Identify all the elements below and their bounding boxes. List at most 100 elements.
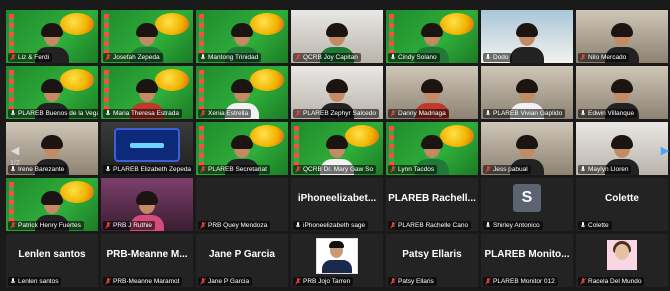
- participant-name-label: Edwin Villanque: [578, 109, 638, 118]
- mic-icon: [390, 54, 396, 61]
- participant-tile[interactable]: Jess pabual: [481, 122, 573, 175]
- participant-name-label: Jess pabual: [483, 165, 531, 174]
- participant-tile[interactable]: PLAREB Secretariat: [196, 122, 288, 175]
- participant-tile[interactable]: PRB Jojo Tarren: [291, 234, 383, 287]
- participant-name: Xenia Estrella: [208, 110, 249, 117]
- participant-name-label: Nilo Mercado: [578, 53, 630, 62]
- profile-photo-icon: [316, 238, 358, 274]
- mic-icon: [580, 166, 586, 173]
- participant-tile[interactable]: Patsy Ellaris Patsy Ellaris: [386, 234, 478, 287]
- mic-icon: [295, 222, 301, 229]
- participant-tile[interactable]: S Shirley Antonico: [481, 178, 573, 231]
- participant-name: Cindy Solano: [398, 54, 437, 61]
- participant-tile[interactable]: PLAREB Rachell... PLAREB Rachelle Cano: [386, 178, 478, 231]
- participant-tile[interactable]: Racela Del Mundo: [576, 234, 668, 287]
- mic-icon: [105, 166, 111, 173]
- participant-name-label: PLAREB Secretariat: [198, 165, 270, 174]
- mic-muted-icon: [200, 278, 206, 285]
- mic-muted-icon: [580, 278, 586, 285]
- participant-name: Jane P Garcia: [208, 278, 250, 285]
- participant-tile[interactable]: PLAREB Buenos de la Vega: [6, 66, 98, 119]
- mic-icon: [580, 222, 586, 229]
- participant-display-name: Patsy Ellaris: [402, 249, 462, 260]
- participant-tile[interactable]: Jane P Garcia Jane P Garcia: [196, 234, 288, 287]
- participant-name: Mantong Trinidad: [208, 54, 259, 61]
- mic-muted-icon: [200, 110, 206, 117]
- participant-name-label: PRB Jojo Tarren: [293, 277, 354, 286]
- mic-muted-icon: [105, 54, 111, 61]
- participant-tile[interactable]: PLAREB Elizabeth Zepeda: [101, 122, 193, 175]
- participant-tile[interactable]: Mantong Trinidad: [196, 10, 288, 63]
- participant-name-label: PLAREB Monitor 012: [483, 277, 558, 286]
- participant-name: PRB-Meanne Maramot: [113, 278, 180, 285]
- participant-name-label: Dodo: [483, 53, 512, 62]
- participant-name-label: Mantong Trinidad: [198, 53, 262, 62]
- mic-icon: [10, 166, 16, 173]
- participant-name-label: Colette: [578, 221, 612, 230]
- participant-name-label: PLAREB Buenos de la Vega: [8, 109, 98, 118]
- mic-muted-icon: [295, 166, 301, 173]
- participant-tile[interactable]: PRB Quey Mendoza: [196, 178, 288, 231]
- participant-name-label: QCRB Dr. Mary Gaw So: [293, 165, 377, 174]
- participant-name: Dodo: [493, 54, 509, 61]
- mic-icon: [10, 110, 16, 117]
- participant-display-name: PLAREB Rachell...: [388, 193, 476, 204]
- participant-tile[interactable]: Lynn Tacdos: [386, 122, 478, 175]
- participant-tile[interactable]: Lenlen santos Lenlen santos: [6, 234, 98, 287]
- participant-tile[interactable]: Maylyn Lloren: [576, 122, 668, 175]
- participant-display-name: Jane P Garcia: [209, 249, 275, 260]
- participant-tile[interactable]: Liz & Ferdi: [6, 10, 98, 63]
- participant-name-label: Patsy Ellaris: [388, 277, 437, 286]
- participant-tile[interactable]: PRB-Meanne M... PRB-Meanne Maramot: [101, 234, 193, 287]
- participant-display-name: iPhoneelizabet...: [297, 193, 377, 204]
- participant-tile[interactable]: Colette Colette: [576, 178, 668, 231]
- participant-name: PRB Jojo Tarren: [303, 278, 351, 285]
- participant-tile[interactable]: Cindy Solano: [386, 10, 478, 63]
- participant-name: Racela Del Mundo: [588, 278, 642, 285]
- participant-name: Patrick Henry Fuertes: [18, 222, 81, 229]
- participant-tile[interactable]: QCRB Dr. Mary Gaw So: [291, 122, 383, 175]
- participant-name: PLAREB Elizabeth Zepeda: [113, 166, 192, 173]
- mic-muted-icon: [200, 222, 206, 229]
- participant-tile[interactable]: Danny Madriaga: [386, 66, 478, 119]
- participant-tile[interactable]: Josefah Zepeda: [101, 10, 193, 63]
- participant-name: PRB J Ruthie: [113, 222, 153, 229]
- participant-name: Nilo Mercado: [588, 54, 627, 61]
- participant-name: Irene Barezante: [18, 166, 65, 173]
- participant-display-name: Colette: [605, 193, 639, 204]
- participant-name-label: Danny Madriaga: [388, 109, 449, 118]
- participant-name: Colette: [588, 222, 609, 229]
- participant-tile[interactable]: PLAREB Zephyr Salcedo: [291, 66, 383, 119]
- participant-name-label: Jane P Garcia: [198, 277, 253, 286]
- participant-name: PLAREB Monitor 012: [493, 278, 555, 285]
- next-page-button[interactable]: ▶: [660, 143, 670, 157]
- participant-tile[interactable]: PLAREB Vivian Gaplido: [481, 66, 573, 119]
- participant-tile[interactable]: PRB J Ruthie: [101, 178, 193, 231]
- participant-tile[interactable]: PLAREB Monito... PLAREB Monitor 012: [481, 234, 573, 287]
- participant-name-label: PLAREB Zephyr Salcedo: [293, 109, 379, 118]
- participant-name: Josefah Zepeda: [113, 54, 160, 61]
- participant-tile[interactable]: QCRB Joy Capitan: [291, 10, 383, 63]
- mic-muted-icon: [295, 54, 301, 61]
- participant-tile[interactable]: Nilo Mercado: [576, 10, 668, 63]
- participant-tile[interactable]: Edwin Villanque: [576, 66, 668, 119]
- participant-name-label: Lenlen santos: [8, 277, 62, 286]
- participant-tile[interactable]: Patrick Henry Fuertes: [6, 178, 98, 231]
- participant-tile[interactable]: iPhoneelizabet... iPhoneelizabeth sage: [291, 178, 383, 231]
- prev-page-button[interactable]: ◀: [10, 143, 20, 157]
- participant-name-label: Liz & Ferdi: [8, 53, 53, 62]
- participant-tile[interactable]: Dodo: [481, 10, 573, 63]
- participant-tile[interactable]: Xenia Estrella: [196, 66, 288, 119]
- participant-name: Lynn Tacdos: [398, 166, 435, 173]
- participant-name-label: Cindy Solano: [388, 53, 440, 62]
- mic-muted-icon: [485, 166, 491, 173]
- participant-grid: Liz & Ferdi Josefah Zepeda Mantong Trinida…: [6, 10, 668, 287]
- participant-name-label: PRB Quey Mendoza: [198, 221, 271, 230]
- mic-icon: [485, 222, 491, 229]
- participant-name: Lenlen santos: [18, 278, 59, 285]
- mic-muted-icon: [295, 278, 301, 285]
- mic-muted-icon: [485, 278, 491, 285]
- participant-name: PLAREB Rachelle Cano: [398, 222, 469, 229]
- participant-tile[interactable]: Maria Theresa Estrada: [101, 66, 193, 119]
- mic-muted-icon: [580, 54, 586, 61]
